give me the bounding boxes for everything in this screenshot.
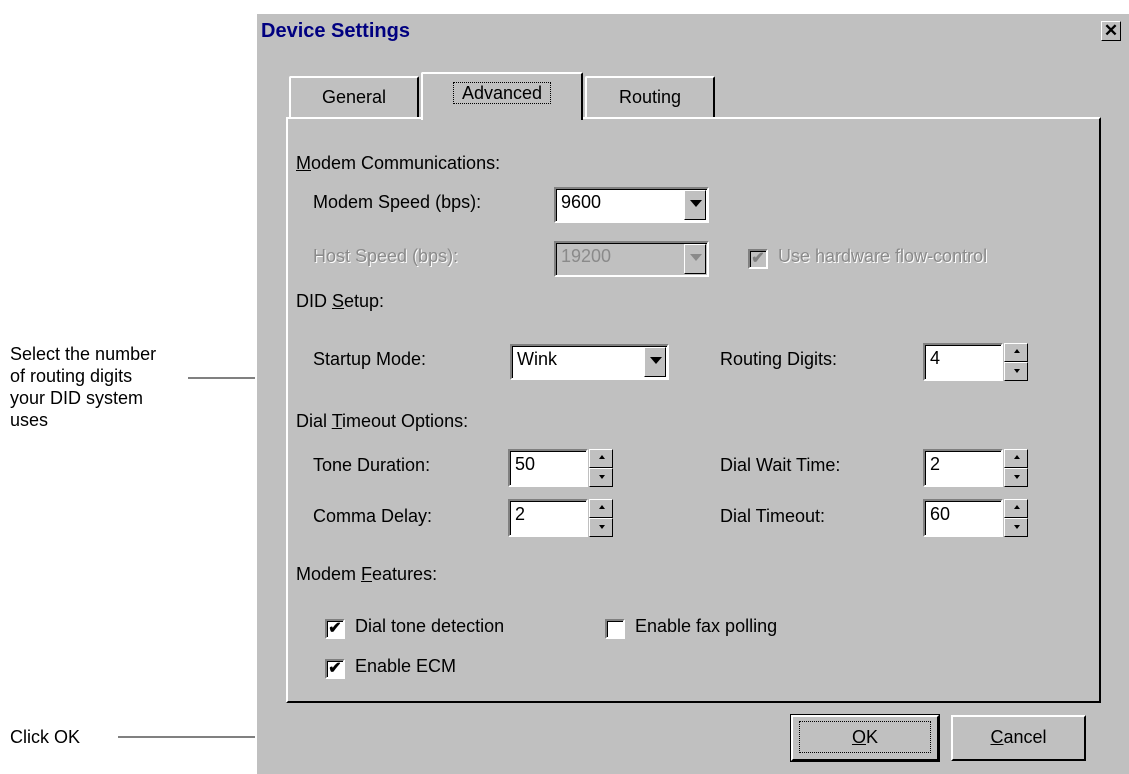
tone-duration-label: Tone Duration:: [313, 455, 431, 475]
comma-delay-input[interactable]: 2: [508, 499, 588, 537]
dial-wait-time-value: 2: [930, 454, 941, 474]
arrow-up-icon: [1014, 505, 1020, 509]
did-setup-heading: DID Setup:: [296, 291, 385, 311]
dial-timeout-spinner[interactable]: [1004, 499, 1028, 537]
chevron-down-icon: [690, 200, 702, 207]
spin-down-button[interactable]: [1004, 518, 1028, 537]
host-speed-value: 19200: [561, 246, 612, 266]
comma-delay-value: 2: [515, 504, 526, 524]
arrow-down-icon: [1014, 369, 1020, 373]
routing-digits-spinner[interactable]: [1004, 343, 1028, 381]
close-button[interactable]: ✕: [1101, 21, 1121, 41]
spin-down-button[interactable]: [1004, 468, 1028, 487]
host-speed-select: 19200: [554, 241, 709, 277]
arrow-down-icon: [1014, 525, 1020, 529]
host-speed-dropdown-button: [684, 244, 706, 274]
cancel-button[interactable]: Cancel: [951, 715, 1086, 761]
advanced-panel: Modem Communications: Modem Speed (bps):…: [286, 117, 1101, 703]
modem-speed-dropdown-button[interactable]: [684, 190, 706, 220]
spin-down-button[interactable]: [589, 468, 613, 487]
spin-up-button[interactable]: [1004, 343, 1028, 362]
modem-speed-value: 9600: [561, 192, 602, 212]
arrow-up-icon: [599, 505, 605, 509]
tab-general-label: General: [321, 87, 387, 107]
check-icon: ✔: [751, 250, 765, 267]
check-icon: ✔: [328, 620, 342, 637]
comma-delay-label: Comma Delay:: [313, 506, 433, 526]
ok-button[interactable]: OK: [790, 714, 940, 762]
dial-timeout-label: Dial Timeout:: [720, 506, 826, 526]
dial-tone-detection-label: Dial tone detection: [355, 616, 505, 636]
spin-up-button[interactable]: [1004, 449, 1028, 468]
spin-up-button[interactable]: [589, 499, 613, 518]
dialog-title: Device Settings: [261, 20, 410, 42]
ok-button-label: OK: [799, 721, 931, 753]
dial-wait-time-label: Dial Wait Time:: [720, 455, 841, 475]
arrow-up-icon: [599, 455, 605, 459]
tone-duration-value: 50: [515, 454, 536, 474]
enable-ecm-label: Enable ECM: [355, 656, 457, 676]
modem-communications-heading: Modem Communications:: [296, 153, 501, 173]
startup-mode-dropdown-button[interactable]: [644, 347, 666, 377]
modem-features-heading: Modem Features:: [296, 564, 438, 584]
modem-speed-select[interactable]: 9600: [554, 187, 709, 223]
tab-advanced[interactable]: Advanced: [421, 72, 583, 120]
dial-tone-detection-checkbox[interactable]: ✔: [325, 619, 345, 639]
flow-control-checkbox: ✔: [748, 249, 768, 269]
tone-duration-spinner[interactable]: [589, 449, 613, 487]
spin-up-button[interactable]: [589, 449, 613, 468]
routing-digits-value: 4: [930, 348, 941, 368]
dial-timeout-heading: Dial Timeout Options:: [296, 411, 469, 431]
dial-timeout-value: 60: [930, 504, 951, 524]
fax-polling-checkbox[interactable]: [605, 619, 625, 639]
routing-digits-input[interactable]: 4: [923, 343, 1003, 381]
close-icon: ✕: [1103, 21, 1119, 40]
chevron-down-icon: [650, 357, 662, 364]
arrow-down-icon: [1014, 475, 1020, 479]
arrow-down-icon: [599, 525, 605, 529]
comma-delay-spinner[interactable]: [589, 499, 613, 537]
fax-polling-label: Enable fax polling: [635, 616, 778, 636]
check-icon: ✔: [328, 660, 342, 677]
tab-general[interactable]: General: [289, 76, 419, 118]
spin-down-button[interactable]: [589, 518, 613, 537]
title-bar: Device Settings ✕: [257, 14, 1129, 48]
arrow-up-icon: [1014, 349, 1020, 353]
chevron-down-icon: [690, 254, 702, 261]
startup-mode-value: Wink: [517, 349, 557, 369]
spin-down-button[interactable]: [1004, 362, 1028, 381]
arrow-down-icon: [599, 475, 605, 479]
routing-digits-label: Routing Digits:: [720, 349, 838, 369]
tab-routing[interactable]: Routing: [585, 76, 715, 118]
modem-speed-label: Modem Speed (bps):: [313, 192, 482, 212]
cancel-button-label: Cancel: [990, 727, 1047, 747]
arrow-up-icon: [1014, 455, 1020, 459]
flow-control-label: Use hardware flow-control: [778, 246, 988, 266]
tab-advanced-label: Advanced: [452, 82, 552, 104]
startup-mode-select[interactable]: Wink: [510, 344, 669, 380]
tab-routing-label: Routing: [618, 87, 682, 107]
dial-wait-time-input[interactable]: 2: [923, 449, 1003, 487]
host-speed-label: Host Speed (bps):: [313, 246, 459, 266]
tone-duration-input[interactable]: 50: [508, 449, 588, 487]
dial-wait-time-spinner[interactable]: [1004, 449, 1028, 487]
enable-ecm-checkbox[interactable]: ✔: [325, 659, 345, 679]
dial-timeout-input[interactable]: 60: [923, 499, 1003, 537]
startup-mode-label: Startup Mode:: [313, 349, 427, 369]
spin-up-button[interactable]: [1004, 499, 1028, 518]
device-settings-dialog: Device Settings ✕ General Advanced Routi…: [255, 12, 1129, 774]
